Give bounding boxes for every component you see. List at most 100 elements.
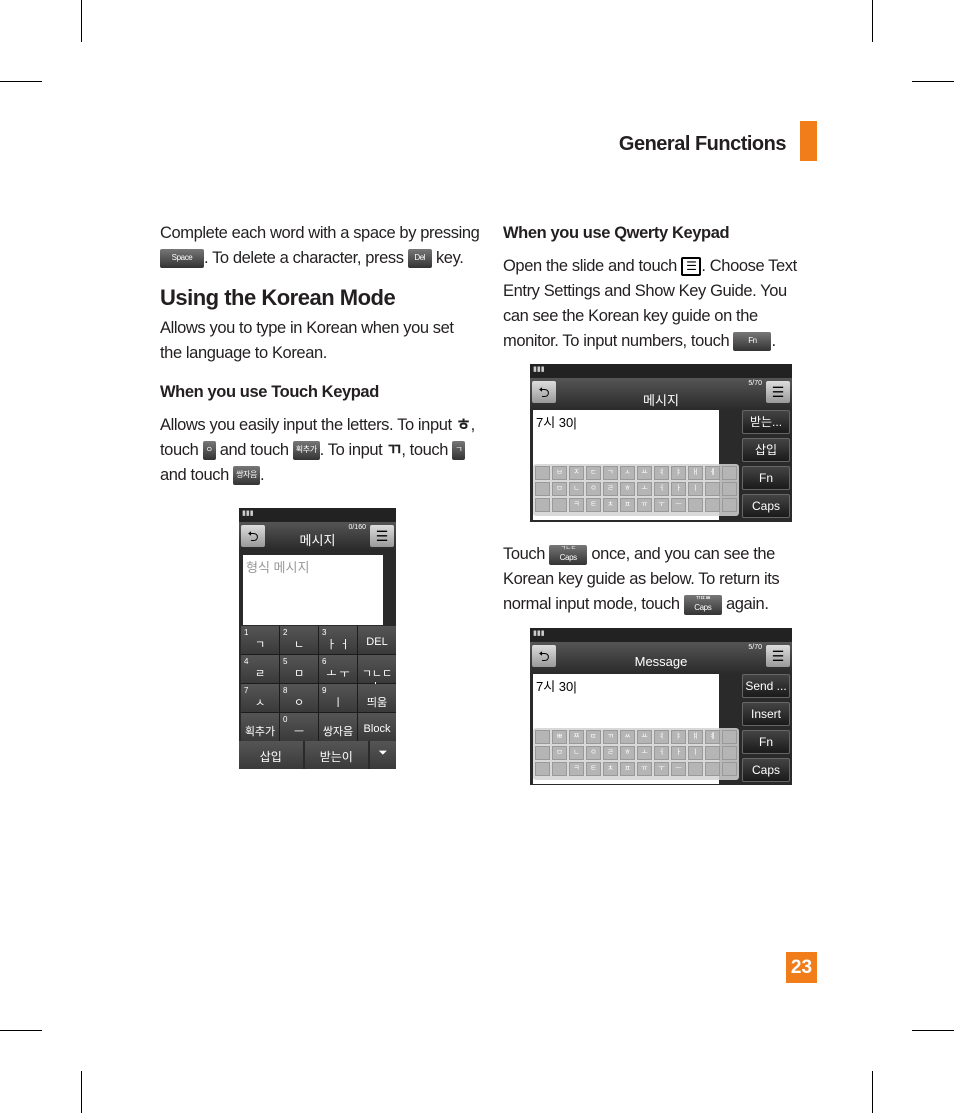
menu-icon[interactable]: ☰ [766, 381, 790, 403]
recipient-button[interactable]: 받는이 [304, 741, 368, 769]
guide-key[interactable] [722, 482, 737, 496]
guide-key[interactable] [552, 762, 567, 776]
keypad-key[interactable]: 획추가 [241, 713, 279, 741]
guide-key[interactable] [705, 746, 720, 760]
guide-key[interactable]: ㅓ [654, 482, 669, 496]
guide-key[interactable]: ㄴ [569, 746, 584, 760]
guide-key[interactable] [535, 730, 550, 744]
guide-key[interactable]: ㄴ [569, 482, 584, 496]
guide-key[interactable] [722, 498, 737, 512]
side-button[interactable]: Send ... [742, 674, 790, 698]
guide-key[interactable] [722, 746, 737, 760]
guide-key[interactable] [722, 466, 737, 480]
side-button[interactable]: Fn [742, 466, 790, 490]
keypad-key[interactable]: 5ㅁ [280, 655, 318, 683]
guide-key[interactable]: ㅗ [637, 746, 652, 760]
keypad-key[interactable]: 쌍자음 [319, 713, 357, 741]
guide-key[interactable]: ㅑ [671, 466, 686, 480]
guide-key[interactable]: ㅍ [620, 498, 635, 512]
keypad-key[interactable]: 4ㄹ [241, 655, 279, 683]
guide-key[interactable]: ㅌ [586, 762, 601, 776]
guide-key[interactable]: ㅎ [620, 482, 635, 496]
guide-key[interactable]: ㅉ [569, 730, 584, 744]
keypad-key[interactable]: 8ㅇ [280, 684, 318, 712]
guide-key[interactable]: ㅠ [637, 498, 652, 512]
guide-key[interactable]: ㄲ [603, 730, 618, 744]
guide-key[interactable]: ㅊ [603, 498, 618, 512]
guide-key[interactable]: ㅣ [688, 746, 703, 760]
guide-key[interactable]: ㅏ [671, 746, 686, 760]
side-button[interactable]: 삽입 [742, 438, 790, 462]
keypad-key[interactable]: 0ㅡ [280, 713, 318, 741]
guide-key[interactable]: ㅆ [620, 730, 635, 744]
guide-key[interactable] [722, 730, 737, 744]
side-button[interactable]: Caps [742, 494, 790, 518]
guide-key[interactable]: ㅐ [688, 466, 703, 480]
keypad-key[interactable]: ㄱㄴㄷ abc [358, 655, 396, 693]
side-button[interactable]: Caps [742, 758, 790, 782]
guide-key[interactable]: ㅎ [620, 746, 635, 760]
guide-key[interactable]: ㅌ [586, 498, 601, 512]
guide-key[interactable]: ㅔ [705, 466, 720, 480]
keypad-key[interactable]: 2ㄴ [280, 626, 318, 654]
guide-key[interactable] [705, 498, 720, 512]
guide-key[interactable] [705, 762, 720, 776]
keypad-key[interactable]: DEL [358, 626, 396, 654]
guide-key[interactable]: ㅏ [671, 482, 686, 496]
guide-key[interactable] [535, 482, 550, 496]
guide-key[interactable]: ㅅ [620, 466, 635, 480]
guide-key[interactable]: ㅗ [637, 482, 652, 496]
guide-key[interactable]: ㅇ [586, 746, 601, 760]
keypad-key[interactable]: 3 ㅏ ㅓ [319, 626, 357, 654]
keypad-key[interactable]: Block [358, 713, 396, 741]
guide-key[interactable]: ㅕ [654, 466, 669, 480]
guide-key[interactable]: ㅋ [569, 762, 584, 776]
guide-key[interactable]: ㅁ [552, 482, 567, 496]
keypad-key[interactable]: 6 ㅗ ㅜ [319, 655, 357, 683]
guide-key[interactable]: ㅛ [637, 466, 652, 480]
guide-key[interactable]: ㅂ [552, 466, 567, 480]
guide-key[interactable] [535, 746, 550, 760]
keypad-key[interactable]: 띄움 [358, 684, 396, 712]
guide-key[interactable]: ㅓ [654, 746, 669, 760]
guide-key[interactable]: ㅡ [671, 762, 686, 776]
guide-key[interactable]: ㄷ [586, 466, 601, 480]
menu-icon[interactable]: ☰ [370, 525, 394, 547]
guide-key[interactable]: ㅒ [688, 730, 703, 744]
guide-key[interactable] [722, 762, 737, 776]
guide-key[interactable]: ㅕ [654, 730, 669, 744]
guide-key[interactable] [535, 498, 550, 512]
guide-key[interactable]: ㅁ [552, 746, 567, 760]
guide-key[interactable]: ㅡ [671, 498, 686, 512]
keypad-key[interactable]: 7ㅅ [241, 684, 279, 712]
guide-key[interactable]: ㅜ [654, 762, 669, 776]
menu-icon[interactable]: ☰ [766, 645, 790, 667]
guide-key[interactable] [688, 762, 703, 776]
guide-key[interactable]: ㅍ [620, 762, 635, 776]
guide-key[interactable]: ㅋ [569, 498, 584, 512]
guide-key[interactable]: ㅊ [603, 762, 618, 776]
insert-button[interactable]: 삽입 [239, 741, 303, 769]
guide-key[interactable] [535, 466, 550, 480]
guide-key[interactable]: ㄱ [603, 466, 618, 480]
message-input[interactable]: 형식 메시지 [243, 555, 383, 625]
guide-key[interactable] [535, 762, 550, 776]
guide-key[interactable]: ㄸ [586, 730, 601, 744]
keypad-key[interactable]: 9ㅣ [319, 684, 357, 712]
guide-key[interactable]: ㄹ [603, 746, 618, 760]
collapse-icon[interactable]: ⏷ [370, 741, 396, 769]
side-button[interactable]: Fn [742, 730, 790, 754]
guide-key[interactable]: ㅈ [569, 466, 584, 480]
guide-key[interactable]: ㅇ [586, 482, 601, 496]
guide-key[interactable]: ㅠ [637, 762, 652, 776]
side-button[interactable]: Insert [742, 702, 790, 726]
guide-key[interactable]: ㅃ [552, 730, 567, 744]
guide-key[interactable]: ㅜ [654, 498, 669, 512]
guide-key[interactable]: ㅖ [705, 730, 720, 744]
guide-key[interactable] [552, 498, 567, 512]
guide-key[interactable] [705, 482, 720, 496]
guide-key[interactable]: ㄹ [603, 482, 618, 496]
side-button[interactable]: 받는... [742, 410, 790, 434]
guide-key[interactable]: ㅑ [671, 730, 686, 744]
guide-key[interactable]: ㅛ [637, 730, 652, 744]
